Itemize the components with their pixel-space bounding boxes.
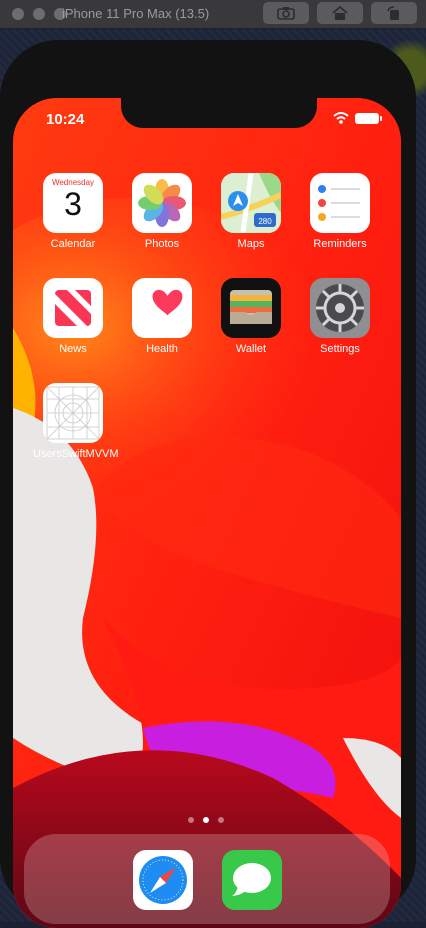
app-label-news: News	[59, 343, 87, 355]
app-health[interactable]: Health	[122, 278, 202, 355]
iphone-frame: 10:24 Wednesday 3 Calendar Photos 280 Ma…	[0, 40, 416, 928]
news-icon	[43, 278, 103, 338]
wallet-icon	[221, 278, 281, 338]
app-label-health: Health	[146, 343, 178, 355]
settings-icon	[310, 278, 370, 338]
app-label-settings: Settings	[320, 343, 360, 355]
page-dot-2	[203, 817, 209, 823]
app-label-users-swift-mvvm: UsersSwiftMVVM	[33, 448, 119, 460]
home-button[interactable]	[317, 2, 363, 24]
app-label-maps: Maps	[237, 238, 265, 250]
reminders-icon	[310, 173, 370, 233]
highway-sign: 280	[258, 217, 272, 226]
page-indicator[interactable]	[188, 817, 224, 823]
rotate-icon	[387, 6, 399, 20]
health-icon	[132, 278, 192, 338]
photos-icon	[132, 173, 192, 233]
close-window-button[interactable]	[12, 8, 24, 20]
home-icon	[332, 5, 348, 20]
screenshot-icon	[277, 7, 295, 20]
app-placeholder-icon	[43, 383, 103, 443]
status-time: 10:24	[46, 111, 85, 128]
dock	[24, 834, 390, 924]
dock-app-messages[interactable]	[222, 850, 282, 910]
app-maps[interactable]: 280 Maps	[211, 173, 291, 250]
simulator-title-bar: iPhone 11 Pro Max (13.5)	[0, 0, 426, 29]
app-wallet[interactable]: Wallet	[211, 278, 291, 355]
app-label-photos: Photos	[144, 238, 180, 250]
page-dot-1	[188, 817, 194, 823]
messages-icon	[232, 863, 271, 896]
battery-icon	[355, 112, 382, 124]
maps-icon: 280	[221, 173, 281, 233]
window-title: iPhone 11 Pro Max (13.5)	[62, 6, 210, 21]
app-settings[interactable]: Settings	[300, 278, 380, 355]
calendar-date-label: 3	[64, 186, 82, 222]
app-label-wallet: Wallet	[235, 343, 267, 355]
page-dot-3	[218, 817, 224, 823]
app-users-swift-mvvm[interactable]: UsersSwiftMVVM	[33, 383, 119, 460]
home-screen: 10:24 Wednesday 3 Calendar Photos 280 Ma…	[13, 98, 401, 928]
app-calendar[interactable]: Wednesday 3 Calendar	[33, 173, 113, 250]
safari-icon	[139, 856, 187, 904]
app-label-reminders: Reminders	[313, 238, 367, 250]
wifi-icon	[333, 112, 349, 124]
rotate-button[interactable]	[371, 2, 417, 24]
app-photos[interactable]: Photos	[122, 173, 202, 250]
app-news[interactable]: News	[33, 278, 113, 355]
app-label-calendar: Calendar	[50, 238, 96, 250]
screenshot-button[interactable]	[263, 2, 309, 24]
app-reminders[interactable]: Reminders	[300, 173, 380, 250]
notch	[121, 98, 317, 128]
minimize-window-button[interactable]	[33, 8, 45, 20]
dock-app-safari[interactable]	[133, 850, 193, 910]
status-icons	[333, 112, 382, 124]
calendar-icon: Wednesday 3	[43, 173, 103, 233]
